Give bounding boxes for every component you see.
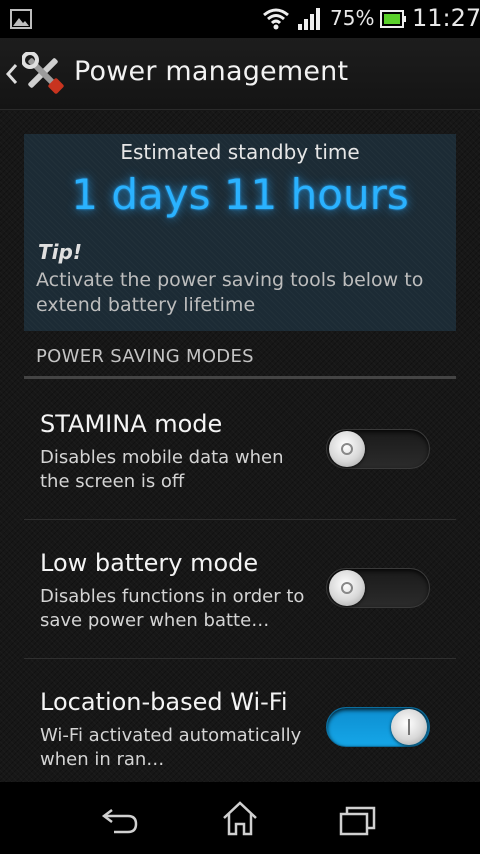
setting-title: STAMINA mode [40, 410, 223, 438]
setting-title: Low battery mode [40, 549, 259, 577]
setting-title: Location-based Wi-Fi [40, 688, 288, 716]
setting-low-battery-mode[interactable]: Low battery mode Disables functions in o… [24, 521, 456, 659]
low-battery-mode-toggle[interactable] [326, 568, 430, 608]
setting-description: Disables functions in order to save powe… [40, 586, 305, 631]
battery-percent: 75% [330, 6, 375, 30]
toggle-knob [329, 431, 365, 467]
row-divider [24, 519, 456, 520]
setting-description: Wi-Fi activated automatically when in ra… [40, 725, 302, 770]
section-divider [24, 376, 456, 379]
page-title: Power management [74, 56, 349, 87]
image-notification-icon [10, 9, 32, 29]
standby-value: 1 days 11 hours [71, 170, 409, 219]
standby-info-panel: Estimated standby time 1 days 11 hours T… [24, 134, 456, 331]
toggle-knob [329, 570, 365, 606]
chevron-left-icon[interactable] [5, 62, 19, 86]
toggle-knob [391, 709, 427, 745]
setting-description: Disables mobile data when the screen is … [40, 447, 284, 492]
navigation-bar [0, 782, 480, 854]
stamina-mode-toggle[interactable] [326, 429, 430, 469]
row-divider [24, 658, 456, 659]
section-header: POWER SAVING MODES [36, 346, 254, 367]
back-icon[interactable] [100, 806, 140, 834]
setting-stamina-mode[interactable]: STAMINA mode Disables mobile data when t… [24, 382, 456, 520]
tip-text: Activate the power saving tools below to… [36, 269, 424, 316]
tools-icon[interactable] [22, 52, 64, 94]
home-icon[interactable] [220, 800, 260, 836]
setting-location-based-wifi[interactable]: Location-based Wi-Fi Wi-Fi activated aut… [24, 660, 456, 782]
signal-icon [298, 8, 320, 30]
status-bar: 75% 11:27 [0, 0, 480, 38]
wifi-icon [263, 8, 289, 30]
tip-heading: Tip! [38, 240, 82, 264]
clock: 11:27 [412, 4, 480, 32]
standby-label: Estimated standby time [120, 140, 360, 164]
content-area[interactable]: Estimated standby time 1 days 11 hours T… [0, 110, 480, 782]
location-based-wifi-toggle[interactable] [326, 707, 430, 747]
battery-charging-icon [380, 10, 406, 28]
action-bar: Power management [0, 38, 480, 110]
recent-apps-icon[interactable] [338, 804, 378, 836]
